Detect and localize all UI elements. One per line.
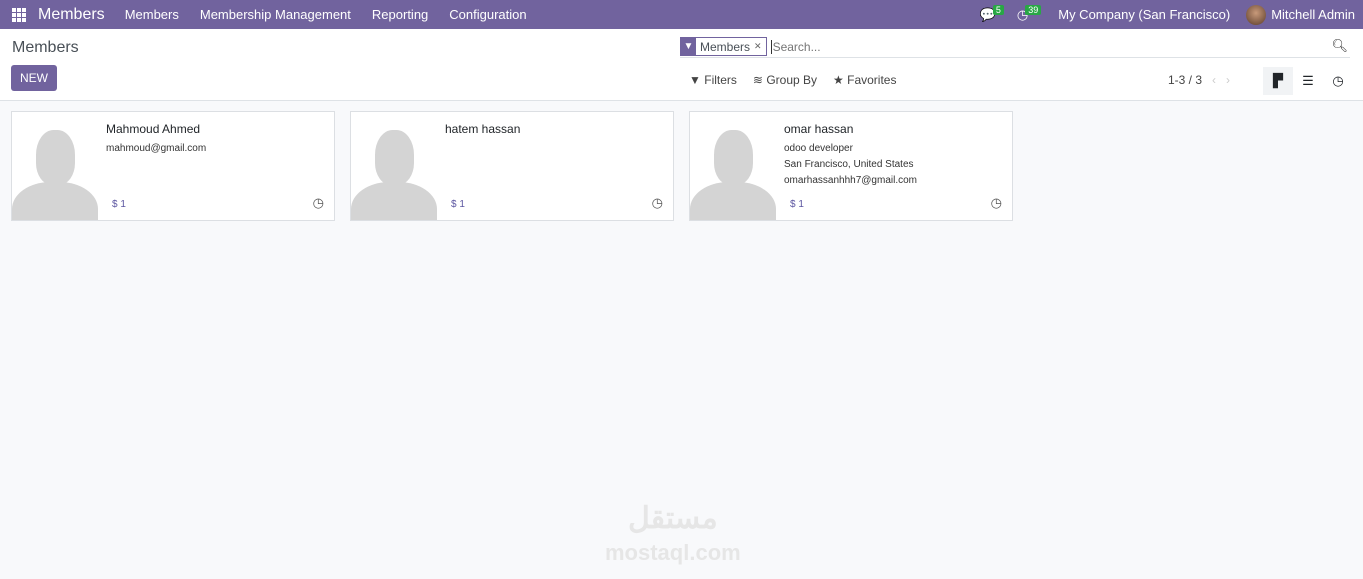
- list-view-icon[interactable]: ☰: [1293, 67, 1323, 95]
- user-avatar[interactable]: [1246, 4, 1267, 25]
- messages-badge: 5: [992, 4, 1004, 15]
- activities-badge: 39: [1025, 4, 1042, 15]
- apps-menu-icon[interactable]: [12, 7, 26, 22]
- star-icon: ★: [833, 73, 844, 87]
- activity-clock-icon[interactable]: ◷: [313, 195, 324, 211]
- member-email: omarhassanhhh7@gmail.com: [784, 175, 917, 186]
- activity-clock-icon[interactable]: ◷: [652, 195, 663, 211]
- menu-reporting[interactable]: Reporting: [372, 7, 428, 22]
- member-card[interactable]: omar hassan odoo developer San Francisco…: [689, 111, 1013, 221]
- group-by-label: Group By: [766, 73, 818, 87]
- search-input[interactable]: [770, 39, 1350, 54]
- control-panel: Members NEW ▼ Members ✕ 🔍︎ ▼ Filters ≋ G…: [0, 29, 1363, 101]
- new-button[interactable]: NEW: [11, 65, 57, 91]
- search-icon[interactable]: 🔍︎: [1331, 38, 1348, 54]
- filters-button[interactable]: ▼ Filters: [689, 73, 737, 87]
- member-amount: $ 1: [790, 199, 804, 210]
- menu-configuration[interactable]: Configuration: [449, 7, 526, 22]
- member-amount: $ 1: [451, 199, 465, 210]
- top-navbar: Members Members Membership Management Re…: [0, 0, 1363, 29]
- filters-label: Filters: [704, 73, 737, 87]
- avatar-placeholder: [690, 112, 776, 220]
- watermark: مستقل mostaql.com: [605, 495, 741, 570]
- menu-members[interactable]: Members: [125, 7, 179, 22]
- filter-icon: ▼: [689, 73, 701, 87]
- layers-icon: ≋: [752, 73, 763, 87]
- favorites-button[interactable]: ★ Favorites: [833, 73, 896, 87]
- app-brand[interactable]: Members: [38, 6, 105, 24]
- facet-label: Members: [700, 39, 751, 54]
- member-card[interactable]: Mahmoud Ahmed mahmoud@gmail.com $ 1 ◷: [11, 111, 335, 221]
- menu-membership-management[interactable]: Membership Management: [200, 7, 351, 22]
- filter-icon: ▼: [681, 37, 696, 56]
- avatar-placeholder: [12, 112, 98, 220]
- favorites-label: Favorites: [847, 73, 897, 87]
- member-name: omar hassan: [784, 122, 854, 136]
- activity-view-icon[interactable]: ◷: [1323, 67, 1353, 95]
- member-name: Mahmoud Ahmed: [106, 122, 201, 136]
- member-amount: $ 1: [112, 199, 126, 210]
- avatar-placeholder: [351, 112, 437, 220]
- page-title: Members: [12, 39, 79, 56]
- group-by-button[interactable]: ≋ Group By: [753, 73, 817, 87]
- search-facet-members: ▼ Members ✕: [680, 37, 767, 56]
- member-address: San Francisco, United States: [784, 159, 914, 170]
- pager-next-icon[interactable]: ›: [1226, 73, 1230, 87]
- member-name: hatem hassan: [445, 122, 521, 136]
- search-bar: ▼ Members ✕ 🔍︎: [680, 36, 1350, 58]
- remove-facet-icon[interactable]: ✕: [754, 41, 766, 52]
- member-card[interactable]: hatem hassan $ 1 ◷: [350, 111, 674, 221]
- kanban-cards: Mahmoud Ahmed mahmoud@gmail.com $ 1 ◷ ha…: [11, 111, 1013, 221]
- activity-clock-icon[interactable]: ◷: [991, 195, 1002, 211]
- kanban-view-icon[interactable]: ▛: [1263, 67, 1293, 95]
- member-email: mahmoud@gmail.com: [106, 143, 207, 154]
- pager-value[interactable]: 1-3 / 3: [1168, 73, 1202, 87]
- watermark-latin: mostaql.com: [605, 540, 741, 565]
- user-menu[interactable]: Mitchell Admin: [1271, 7, 1355, 22]
- member-job: odoo developer: [784, 143, 853, 154]
- pager-previous-icon[interactable]: ‹: [1212, 73, 1216, 87]
- company-switcher[interactable]: My Company (San Francisco): [1058, 7, 1230, 22]
